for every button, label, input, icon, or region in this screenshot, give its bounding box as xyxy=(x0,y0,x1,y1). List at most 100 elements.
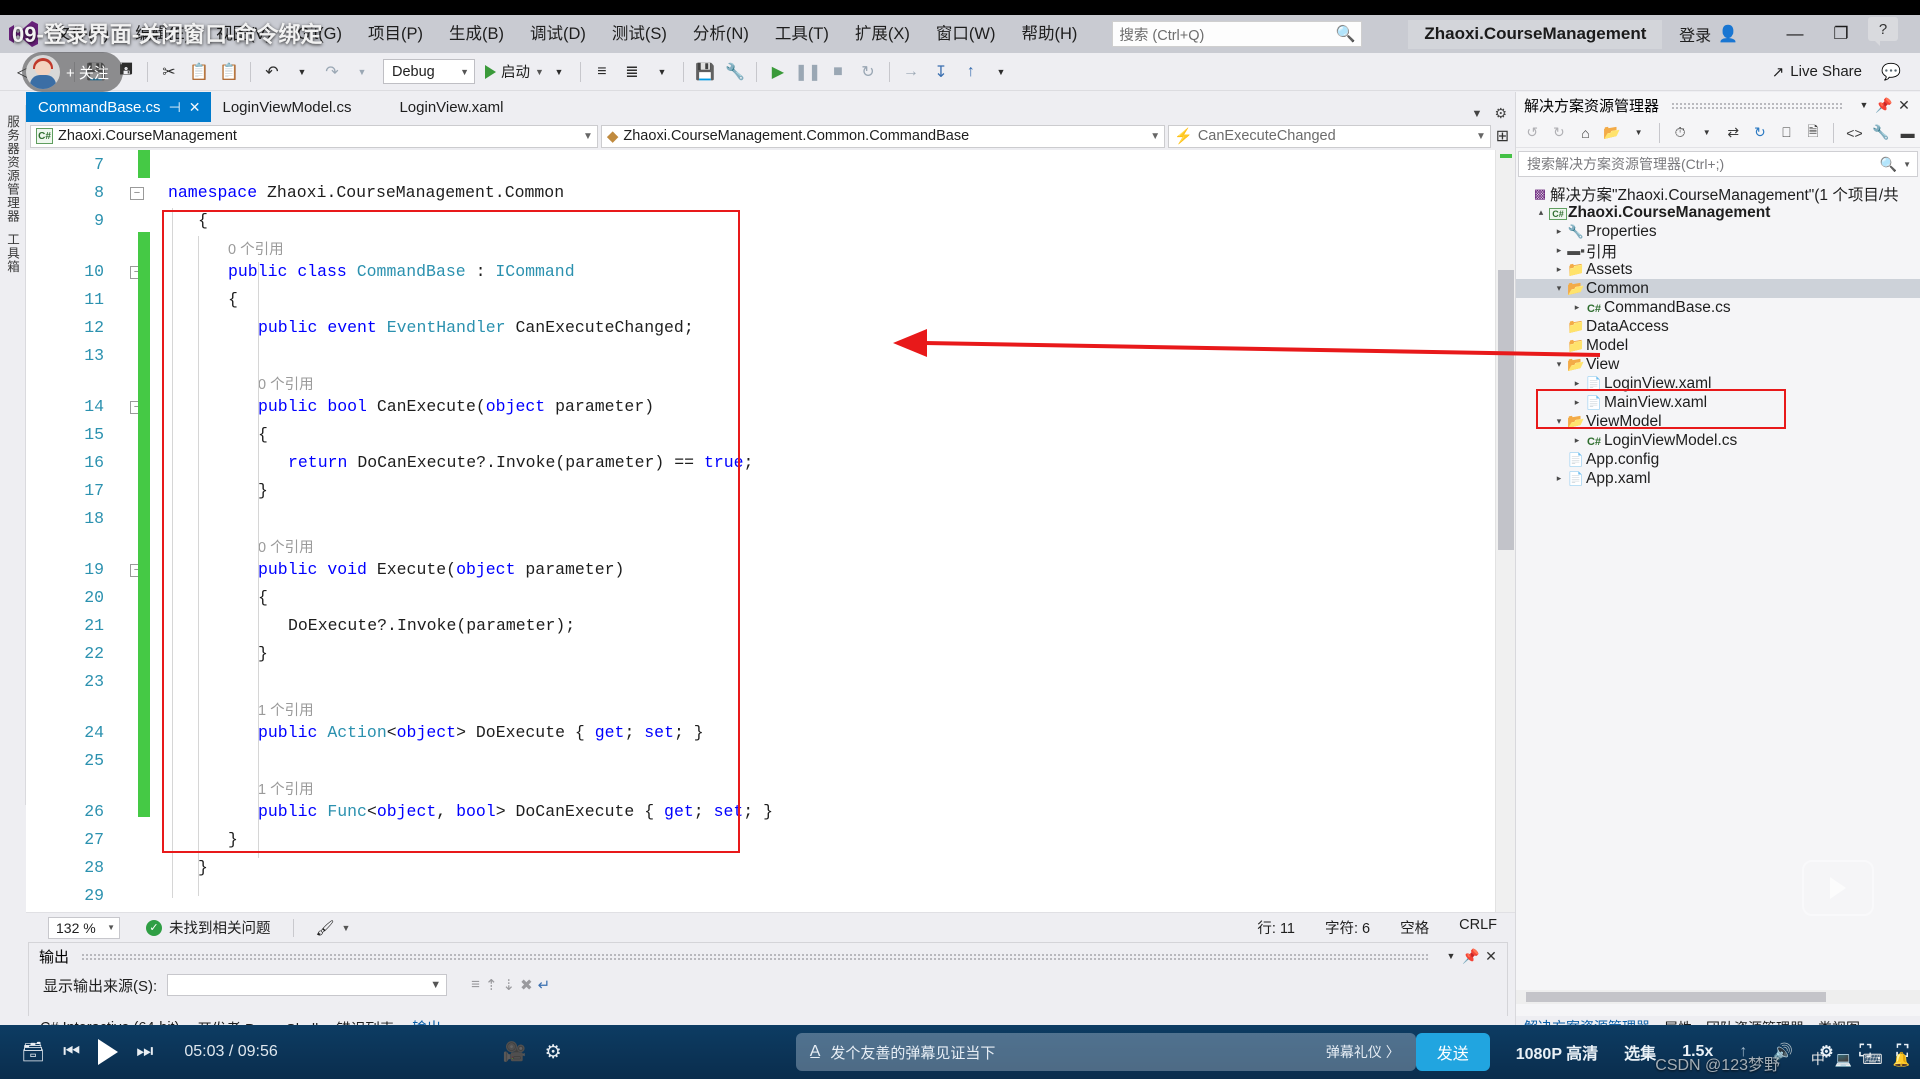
back-icon[interactable]: ↺ xyxy=(1520,121,1545,145)
tree-item-loginviewmodel-cs[interactable]: ▸ C# LoginViewModel.cs xyxy=(1516,431,1920,450)
toolbar-overflow-icon[interactable]: ▼ xyxy=(988,59,1014,85)
indent-icon[interactable]: ≡ xyxy=(589,59,615,85)
menu-analyze[interactable]: 分析(N) xyxy=(680,15,762,53)
close-icon[interactable]: ✕ xyxy=(189,99,201,116)
type-dropdown[interactable]: ◆ Zhaoxi.CourseManagement.Common.Command… xyxy=(600,124,1166,148)
restore-button[interactable]: ❐ xyxy=(1818,15,1864,53)
code-line[interactable]: 16 return DoCanExecute?.Invoke(parameter)… xyxy=(26,448,1515,476)
code-line[interactable]: 20 { xyxy=(26,583,1515,611)
output-source-dropdown[interactable]: ▼ xyxy=(167,974,448,996)
clear-all-icon[interactable]: ✖ xyxy=(520,976,533,994)
quick-search-box[interactable]: 搜索 (Ctrl+Q) 🔍 xyxy=(1112,21,1363,47)
pin-icon[interactable]: 📌 xyxy=(1874,97,1894,114)
tree-twisty[interactable]: ▸ xyxy=(1570,397,1584,408)
network-icon[interactable]: 💻 xyxy=(1835,1051,1852,1068)
code-line[interactable]: 28} xyxy=(26,853,1515,881)
code-line[interactable]: 18 xyxy=(26,504,1515,532)
feedback-icon[interactable]: 💬 xyxy=(1878,59,1904,85)
collapse-all-icon[interactable]: ⎕ xyxy=(1774,121,1799,145)
solution-explorer-horizontal-scrollbar[interactable] xyxy=(1516,990,1920,1004)
solution-configuration-dropdown[interactable]: Debug ▼ xyxy=(383,59,475,84)
menu-build[interactable]: 生成(B) xyxy=(436,15,517,53)
preview-selected-items-icon[interactable]: ▬ xyxy=(1895,121,1920,145)
copy-icon[interactable]: 📋 xyxy=(186,59,212,85)
tree-item--[interactable]: ▸ ▬▪ 引用 xyxy=(1516,241,1920,261)
code-line[interactable]: 10−public class CommandBase : ICommand xyxy=(26,257,1515,285)
code-line[interactable]: 8 − namespace Zhaoxi.CourseManagement.Comm… xyxy=(26,178,1515,206)
code-line[interactable]: 21 DoExecute?.Invoke(parameter); xyxy=(26,611,1515,639)
code-line[interactable]: 29 xyxy=(26,881,1515,909)
pause-icon[interactable]: ❚❚ xyxy=(795,59,822,85)
undo-dropdown-icon[interactable]: ▼ xyxy=(289,59,315,85)
code-line[interactable]: 12 public event EventHandler CanExecuteCh… xyxy=(26,313,1515,341)
follow-pill[interactable]: + 关注 xyxy=(22,52,123,92)
show-all-files-icon[interactable]: 🗎 xyxy=(1801,121,1826,145)
step-into-icon[interactable]: → xyxy=(898,59,924,85)
tree-item-commandbase-cs[interactable]: ▸ C# CommandBase.cs xyxy=(1516,298,1920,317)
next-icon[interactable]: ⏭ xyxy=(136,1041,153,1063)
code-surface[interactable]: 7 8 − namespace Zhaoxi.CourseManagement.Com… xyxy=(26,150,1515,912)
live-preview-icon[interactable]: 💾 xyxy=(692,59,718,85)
minimize-button[interactable]: — xyxy=(1772,15,1818,53)
menu-debug[interactable]: 调试(D) xyxy=(517,15,599,53)
toggle-word-wrap-icon[interactable]: ↵ xyxy=(538,976,551,994)
notification-icon[interactable]: 🔔 xyxy=(1893,1051,1910,1068)
tree-twisty[interactable]: ▴ xyxy=(1534,207,1548,218)
code-cleanup-icon[interactable]: 🖌 xyxy=(316,919,335,937)
tree-twisty[interactable]: ▸ xyxy=(1552,245,1566,256)
danmu-settings-icon[interactable]: ⚙ xyxy=(545,1041,562,1064)
code-line[interactable]: 25 xyxy=(26,746,1515,774)
chevron-down-icon[interactable]: ▼ xyxy=(1694,121,1719,145)
sync-with-active-document-icon[interactable]: ⇄ xyxy=(1721,121,1746,145)
tree-item-zhaoxi-coursemanagement[interactable]: ▴ C# Zhaoxi.CourseManagement xyxy=(1516,203,1920,222)
tree-item-properties[interactable]: ▸ 🔧 Properties xyxy=(1516,222,1920,241)
tree-twisty[interactable]: ▾ xyxy=(1552,359,1566,370)
code-line[interactable]: 14− public bool CanExecute(object paramet… xyxy=(26,392,1515,420)
tree-twisty[interactable]: ▸ xyxy=(1552,226,1566,237)
code-line[interactable]: 9{ xyxy=(26,206,1515,234)
stop-icon[interactable]: ■ xyxy=(825,59,851,85)
pin-icon[interactable]: 📌 xyxy=(1461,948,1481,965)
sign-in-button[interactable]: 登录 👤 xyxy=(1679,22,1738,46)
tree-twisty[interactable]: ▾ xyxy=(1552,416,1566,427)
danmu-toggle-icon[interactable]: 🎥 xyxy=(503,1040,527,1064)
chevron-down-icon[interactable]: ▼ xyxy=(1626,121,1651,145)
code-line[interactable]: 13 xyxy=(26,341,1515,369)
pending-changes-icon[interactable]: ⏱ xyxy=(1668,121,1693,145)
danmu-etiquette-link[interactable]: 弹幕礼仪 〉 xyxy=(1326,1042,1410,1062)
previous-icon[interactable]: ⏮ xyxy=(63,1041,80,1063)
episodes-selector[interactable]: 选集 xyxy=(1624,1040,1656,1064)
cut-icon[interactable]: ✂ xyxy=(156,59,182,85)
menu-help[interactable]: 帮助(H) xyxy=(1008,15,1090,53)
line-ending-indicator[interactable]: CRLF xyxy=(1459,917,1497,938)
pin-icon[interactable]: ⊣ xyxy=(169,99,181,116)
send-danmu-button[interactable]: 发送 xyxy=(1415,1033,1490,1071)
code-line[interactable]: 7 xyxy=(26,150,1515,178)
tree-twisty[interactable]: ▸ xyxy=(1552,473,1566,484)
tab-loginview-xaml[interactable]: LoginView.xaml xyxy=(387,92,514,122)
member-dropdown[interactable]: ⚡ CanExecuteChanged ▼ xyxy=(1168,124,1491,148)
code-line[interactable]: 23 xyxy=(26,667,1515,695)
tree-item-viewmodel[interactable]: ▾ 📂 ViewModel xyxy=(1516,412,1920,431)
find-message-icon[interactable]: ≡ xyxy=(471,976,480,994)
tab-commandbase-cs[interactable]: CommandBase.cs ⊣ ✕ xyxy=(26,92,211,122)
code-line[interactable]: 26 public Func<object, bool> DoCanExecute… xyxy=(26,797,1515,825)
code-line[interactable]: 27} xyxy=(26,825,1515,853)
tree-item-dataaccess[interactable]: 📁 DataAccess xyxy=(1516,317,1920,336)
tree-item-assets[interactable]: ▸ 📁 Assets xyxy=(1516,260,1920,279)
line-numbers-icon[interactable]: ≣ xyxy=(619,59,645,85)
chevron-down-icon[interactable]: ▼ xyxy=(1441,951,1461,961)
menu-project[interactable]: 项目(P) xyxy=(355,15,436,53)
go-to-next-icon[interactable]: ⇣ xyxy=(503,976,516,994)
editor-vertical-scrollbar[interactable] xyxy=(1495,150,1515,912)
code-line[interactable]: 22} xyxy=(26,639,1515,667)
hot-reload-icon[interactable]: 🔧 xyxy=(722,59,748,85)
tab-list-chevron-icon[interactable]: ▼ xyxy=(1472,108,1483,120)
play-button[interactable] xyxy=(98,1039,119,1065)
tree-twisty[interactable]: ▸ xyxy=(1570,378,1584,389)
switch-views-icon[interactable]: 📂 xyxy=(1600,121,1625,145)
tree-item-app-config[interactable]: 📄 App.config xyxy=(1516,450,1920,469)
tree-twisty[interactable]: ▾ xyxy=(1552,283,1566,294)
go-to-previous-icon[interactable]: ⇡ xyxy=(485,976,498,994)
tree-item-mainview-xaml[interactable]: ▸ 📄 MainView.xaml xyxy=(1516,393,1920,412)
